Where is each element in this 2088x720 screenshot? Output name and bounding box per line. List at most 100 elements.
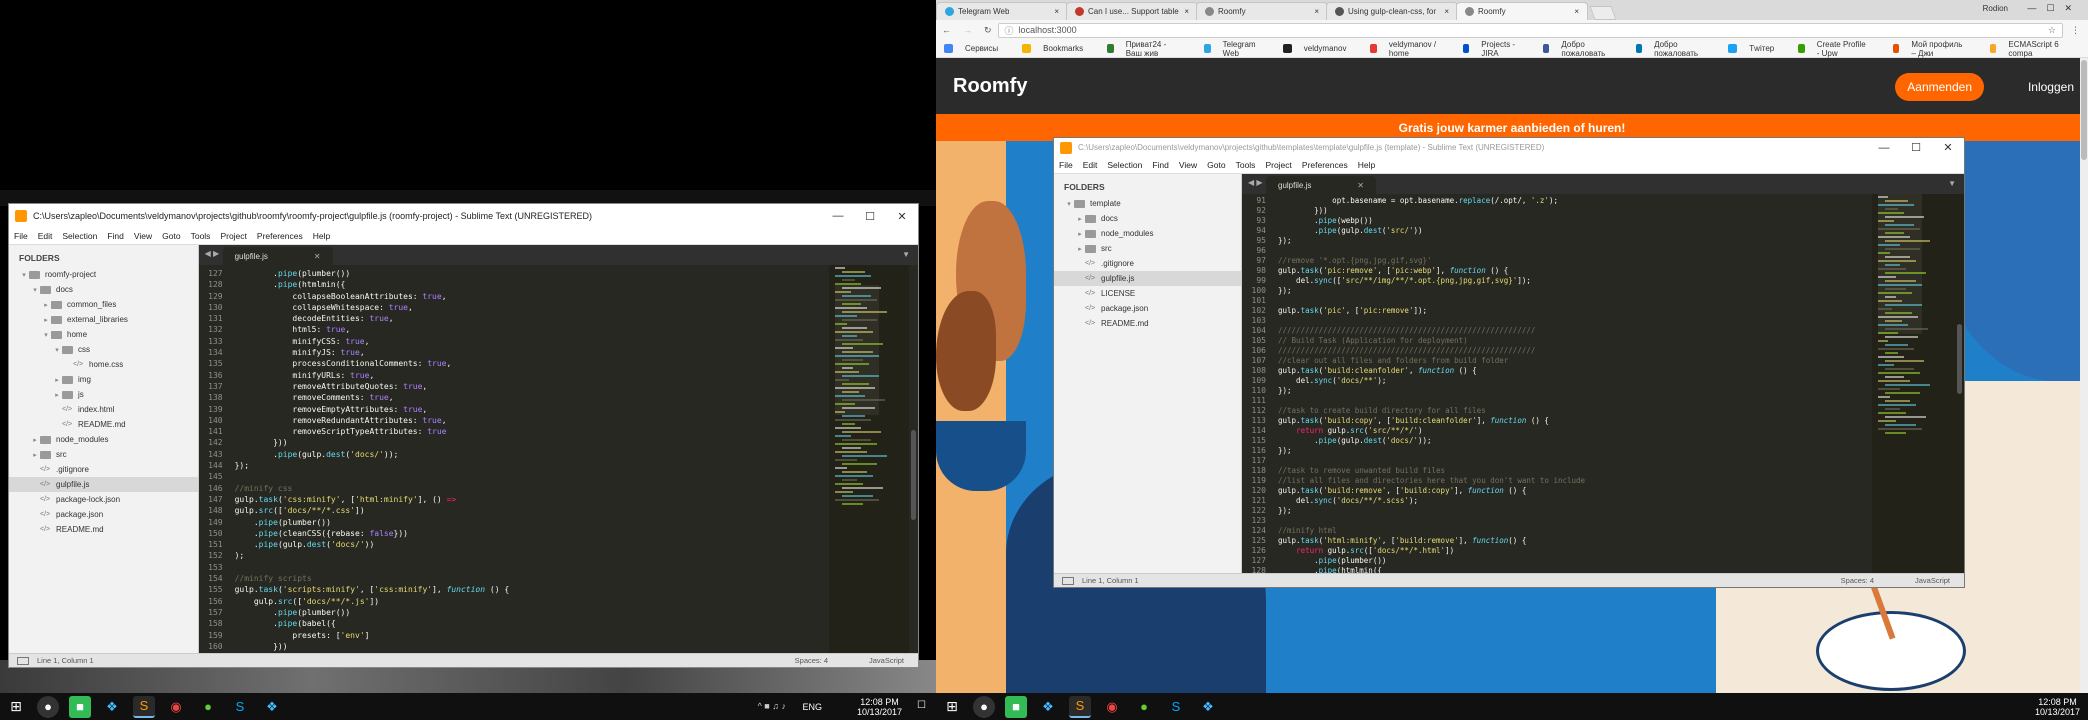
expand-arrow-icon[interactable]: ▾ <box>1064 200 1074 208</box>
menu-item-project[interactable]: Project <box>215 231 251 241</box>
tree-file[interactable]: </> package.json <box>9 507 198 522</box>
tree-file[interactable]: </> LICENSE <box>1054 286 1241 301</box>
bookmark-item[interactable]: Добро пожаловать <box>1542 40 1624 58</box>
login-link[interactable]: Inloggen <box>2028 80 2074 94</box>
menu-item-preferences[interactable]: Preferences <box>1297 160 1353 170</box>
tree-file[interactable]: </> home.css <box>9 357 198 372</box>
browser-user[interactable]: Rodion <box>1983 4 2008 13</box>
browser-tab[interactable]: Using gulp-clean-css, for × <box>1326 2 1458 20</box>
taskbar-app-1-icon[interactable]: ● <box>37 695 59 718</box>
tree-file[interactable]: </> .gitignore <box>9 462 198 477</box>
taskbar-app-5-icon[interactable]: ❖ <box>261 696 283 718</box>
menu-item-selection[interactable]: Selection <box>1102 160 1147 170</box>
taskbar-app-3-icon[interactable]: ❖ <box>1037 696 1059 718</box>
forward-icon[interactable]: → <box>963 25 972 35</box>
taskbar-app-3-icon[interactable]: ❖ <box>101 696 123 718</box>
bookmark-item[interactable]: Добро пожаловать <box>1635 40 1717 58</box>
tab-close-icon[interactable]: × <box>1314 7 1319 16</box>
bookmark-item[interactable]: veldymanov <box>1282 44 1359 53</box>
tree-file[interactable]: </> index.html <box>9 402 198 417</box>
tree-folder[interactable]: ▸ node_modules <box>1054 226 1241 241</box>
scrollbar[interactable] <box>911 430 916 520</box>
tree-file[interactable]: </> README.md <box>9 522 198 537</box>
expand-arrow-icon[interactable]: ▾ <box>19 271 29 279</box>
tray-icons[interactable]: ^ ■ ♫ ♪ <box>758 701 786 711</box>
collapse-arrow-icon[interactable]: ▸ <box>1075 230 1085 238</box>
panel-icon[interactable] <box>17 656 29 665</box>
bookmark-item[interactable]: Тwiтер <box>1728 44 1786 53</box>
tree-folder[interactable]: ▸ src <box>9 447 198 462</box>
minimap[interactable] <box>828 265 909 653</box>
code-area[interactable]: opt.basename = opt.basename.replace(/.op… <box>1272 194 1872 573</box>
back-icon[interactable]: ← <box>942 25 951 35</box>
tab-gulpfile[interactable]: gulpfile.js ✕ <box>1266 176 1376 194</box>
menu-dots-icon[interactable]: ⋮ <box>2071 25 2080 36</box>
expand-arrow-icon[interactable]: ▾ <box>30 286 40 294</box>
minimap[interactable] <box>1872 194 1964 573</box>
menu-item-file[interactable]: File <box>9 231 33 241</box>
new-tab-button[interactable] <box>1589 6 1617 20</box>
status-syntax[interactable]: JavaScript <box>869 656 904 665</box>
taskbar-chrome-icon[interactable]: ◉ <box>165 696 187 718</box>
tab-close-icon[interactable]: × <box>1054 7 1059 16</box>
menu-item-tools[interactable]: Tools <box>186 231 216 241</box>
browser-tab[interactable]: Telegram Web × <box>936 2 1068 20</box>
tree-file[interactable]: </> package.json <box>1054 301 1241 316</box>
address-bar[interactable]: ⓘ localhost:3000 ☆ <box>997 22 2063 38</box>
tray-lang[interactable]: ENG <box>802 702 822 712</box>
bookmark-item[interactable]: Projects - JIRA <box>1462 40 1531 58</box>
minimize-button[interactable]: — <box>822 204 854 228</box>
reload-icon[interactable]: ↻ <box>984 25 992 36</box>
tab-nav-arrows[interactable]: ◀ ▶ <box>205 249 220 258</box>
taskbar-sublime-icon[interactable]: S <box>133 695 155 718</box>
bookmark-item[interactable]: Telegram Web <box>1204 40 1270 58</box>
tab-close-icon[interactable]: × <box>1184 7 1189 16</box>
menu-item-find[interactable]: Find <box>1147 160 1174 170</box>
tree-folder[interactable]: ▸ docs <box>1054 211 1241 226</box>
start-icon[interactable]: ⊞ <box>5 696 27 718</box>
taskbar-app-2-icon[interactable]: ■ <box>1005 695 1027 718</box>
taskbar-app-4-icon[interactable]: ● <box>197 696 219 718</box>
bookmark-item[interactable]: Bookmarks <box>1022 44 1095 53</box>
taskbar-skype-icon[interactable]: S <box>229 696 251 718</box>
bookmark-item[interactable]: Сервисы <box>944 44 1010 53</box>
menu-item-tools[interactable]: Tools <box>1231 160 1261 170</box>
taskbar-chrome-icon[interactable]: ◉ <box>1101 696 1123 718</box>
collapse-arrow-icon[interactable]: ▸ <box>41 301 51 309</box>
tree-file[interactable]: </> package-lock.json <box>9 492 198 507</box>
tree-folder[interactable]: ▸ common_files <box>9 297 198 312</box>
tree-file[interactable]: </> gulpfile.js <box>9 477 198 492</box>
tree-folder[interactable]: ▾ css <box>9 342 198 357</box>
tree-folder[interactable]: ▸ js <box>9 387 198 402</box>
tree-file[interactable]: </> README.md <box>9 417 198 432</box>
taskbar-sublime-icon[interactable]: S <box>1069 695 1091 718</box>
menu-item-help[interactable]: Help <box>308 231 335 241</box>
tab-dropdown-icon[interactable]: ▼ <box>1948 179 1956 188</box>
status-syntax[interactable]: JavaScript <box>1915 576 1950 585</box>
menu-item-goto[interactable]: Goto <box>1202 160 1230 170</box>
browser-window-controls[interactable]: —☐✕ <box>2027 3 2082 14</box>
brand-logo[interactable]: Roomfy <box>953 75 1027 98</box>
scrollbar[interactable] <box>1957 324 1962 394</box>
bookmark-item[interactable]: Приват24 - Ваш жив <box>1107 40 1192 58</box>
star-icon[interactable]: ☆ <box>2048 25 2056 36</box>
menu-item-preferences[interactable]: Preferences <box>252 231 308 241</box>
close-button[interactable]: ✕ <box>886 204 918 228</box>
browser-tab[interactable]: Roomfy × <box>1456 2 1588 20</box>
menu-item-help[interactable]: Help <box>1353 160 1380 170</box>
tree-folder[interactable]: ▾ docs <box>9 282 198 297</box>
menu-item-selection[interactable]: Selection <box>57 231 102 241</box>
panel-icon[interactable] <box>1062 576 1074 585</box>
tree-folder[interactable]: ▸ node_modules <box>9 432 198 447</box>
window-titlebar[interactable]: C:\Users\zapleo\Documents\veldymanov\pro… <box>1054 138 1964 157</box>
info-icon[interactable]: ⓘ <box>1005 24 1014 37</box>
tree-folder[interactable]: ▸ external_libraries <box>9 312 198 327</box>
collapse-arrow-icon[interactable]: ▸ <box>52 376 62 384</box>
taskbar-app-2-icon[interactable]: ■ <box>69 695 91 718</box>
browser-tab[interactable]: Roomfy × <box>1196 2 1328 20</box>
collapse-arrow-icon[interactable]: ▸ <box>1075 245 1085 253</box>
tree-folder[interactable]: ▸ src <box>1054 241 1241 256</box>
browser-tab[interactable]: Can I use... Support table × <box>1066 2 1198 20</box>
tab-close-icon[interactable]: × <box>1574 7 1579 16</box>
start-icon[interactable]: ⊞ <box>941 696 963 718</box>
